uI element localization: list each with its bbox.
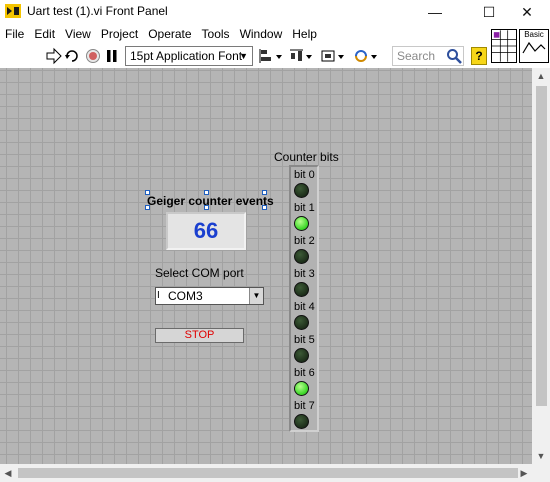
vertical-scrollbar[interactable]: ▲ ▼ [532,68,550,464]
title-bar: Uart test (1).vi Front Panel — ☐ ✕ [0,0,550,24]
bit-6-led [294,381,309,396]
labview-icon [5,4,21,18]
selection-handle[interactable] [204,190,209,195]
chevron-down-icon[interactable]: ▼ [249,288,263,304]
connector-pane-icon[interactable] [491,29,517,63]
bit-label: bit 6 [294,367,315,379]
vi-icon-label: Basic [524,30,544,39]
scroll-left-icon[interactable]: ◀ [0,464,16,482]
bit-3-led [294,282,309,297]
menu-tools[interactable]: Tools [197,24,235,44]
com-port-label: Select COM port [155,266,244,280]
context-help-icon[interactable]: ? [471,47,487,65]
bit-2-led [294,249,309,264]
bit-label: bit 5 [294,334,315,346]
bit-label: bit 0 [294,169,315,181]
reorder-icon[interactable] [354,47,378,65]
vertical-scroll-thumb[interactable] [536,86,547,406]
waveform-icon [522,41,546,54]
horizontal-scroll-thumb[interactable] [18,468,518,478]
distribute-objects-icon[interactable] [289,47,313,65]
run-arrow-icon[interactable] [46,47,62,65]
font-select-value: 15pt Application Font [130,49,243,63]
chevron-down-icon: ▼ [239,51,248,61]
front-panel[interactable] [0,68,532,464]
resize-objects-icon[interactable] [321,47,345,65]
scroll-up-icon[interactable]: ▲ [532,68,550,84]
menu-view[interactable]: View [60,24,96,44]
selection-handle[interactable] [145,190,150,195]
toolbar: 15pt Application Font ▼ Search ? [0,44,490,68]
font-select[interactable]: 15pt Application Font ▼ [125,46,253,66]
bit-label: bit 2 [294,235,315,247]
scroll-right-icon[interactable]: ▶ [516,464,532,482]
visa-resource-icon: I [157,290,160,301]
menu-bar: File Edit View Project Operate Tools Win… [0,24,490,44]
bit-4-led [294,315,309,330]
vi-icon[interactable]: Basic [519,29,549,63]
abort-icon[interactable] [85,47,101,65]
bit-label: bit 4 [294,301,315,313]
stop-button[interactable]: STOP [155,328,244,343]
window-title: Uart test (1).vi Front Panel [27,4,168,18]
align-objects-icon[interactable] [259,47,283,65]
bit-1-led [294,216,309,231]
pause-icon[interactable] [105,47,119,65]
bit-0-led [294,183,309,198]
com-port-select[interactable]: I COM3 ▼ [155,287,264,305]
geiger-label: Geiger counter events [147,194,274,208]
search-icon[interactable] [446,47,462,65]
selection-handle[interactable] [262,205,267,210]
selection-handle[interactable] [204,205,209,210]
bit-5-led [294,348,309,363]
bit-7-led [294,414,309,429]
scroll-down-icon[interactable]: ▼ [532,448,550,464]
scroll-corner [532,464,550,482]
bit-label: bit 7 [294,400,315,412]
selection-handle[interactable] [145,205,150,210]
menu-window[interactable]: Window [235,24,288,44]
horizontal-scrollbar[interactable]: ◀ ▶ [0,464,532,482]
menu-operate[interactable]: Operate [143,24,196,44]
menu-file[interactable]: File [0,24,29,44]
bit-label: bit 1 [294,202,315,214]
bit-label: bit 3 [294,268,315,280]
close-button[interactable]: ✕ [504,0,550,24]
selection-handle[interactable] [262,190,267,195]
run-continuously-icon[interactable] [64,47,80,65]
minimize-button[interactable]: — [412,0,458,24]
menu-edit[interactable]: Edit [29,24,60,44]
geiger-count-indicator: 66 [166,212,246,250]
com-port-value: COM3 [168,289,203,303]
menu-help[interactable]: Help [287,24,322,44]
counter-bits-label: Counter bits [274,150,339,164]
menu-project[interactable]: Project [96,24,143,44]
